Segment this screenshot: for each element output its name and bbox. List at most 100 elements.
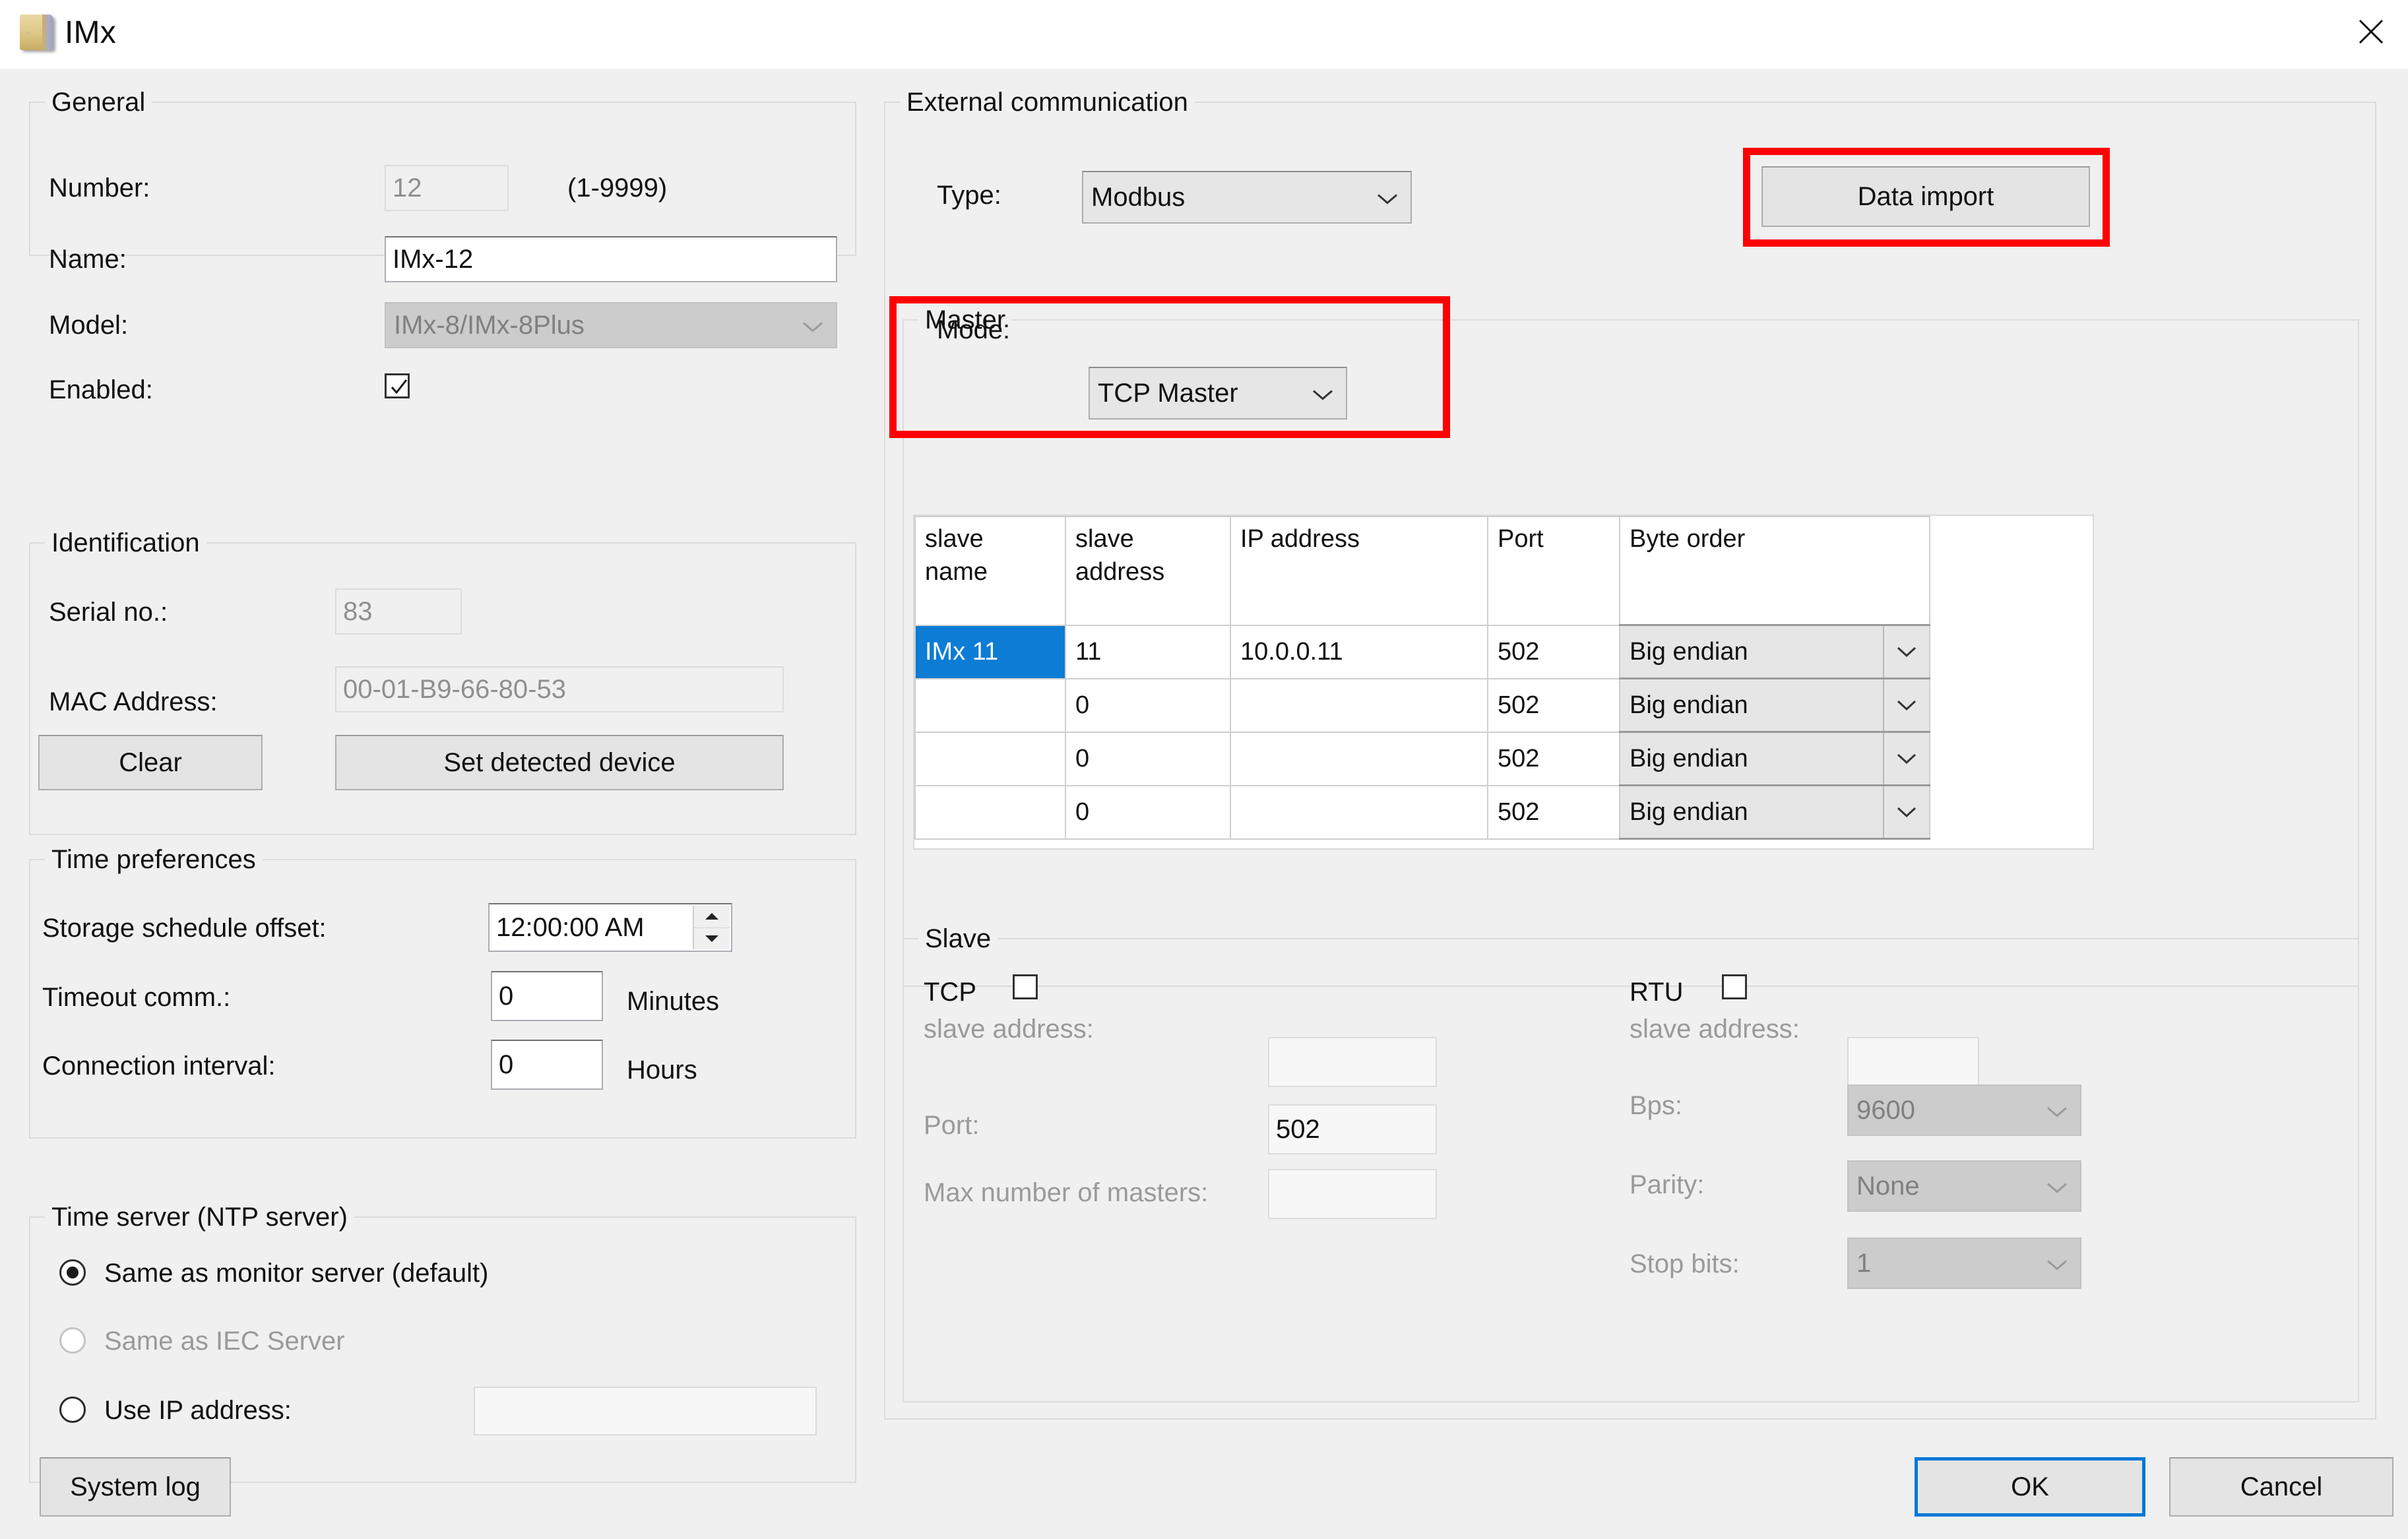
number-range-hint: (1-9999) xyxy=(567,173,668,203)
column-header-ip-address[interactable]: IP address xyxy=(1230,516,1488,626)
serial-field[interactable]: 83 xyxy=(335,588,462,635)
system-log-button[interactable]: System log xyxy=(40,1457,231,1517)
rtu-bps-value: 9600 xyxy=(1856,1095,1915,1125)
tcp-max-masters-input[interactable] xyxy=(1268,1169,1437,1219)
chevron-down-icon xyxy=(2046,1096,2068,1125)
table-row[interactable]: 0 502 Big endian xyxy=(914,677,1930,733)
rtu-slave-address-label: slave address: xyxy=(1630,1015,1800,1044)
chevron-down-icon[interactable] xyxy=(1883,626,1929,677)
cell-slave-address[interactable]: 11 xyxy=(1065,624,1231,679)
radio-same-as-monitor-server[interactable] xyxy=(59,1259,86,1286)
type-select[interactable]: Modbus xyxy=(1082,171,1412,224)
mode-select[interactable]: TCP Master xyxy=(1089,367,1347,420)
close-icon[interactable] xyxy=(2334,0,2408,63)
time-server-group-title: Time server (NTP server) xyxy=(45,1201,354,1234)
cell-port[interactable]: 502 xyxy=(1487,624,1620,679)
tcp-slave-address-input[interactable] xyxy=(1268,1037,1437,1087)
table-row[interactable]: 0 502 Big endian xyxy=(914,731,1930,786)
cell-byte-order-select[interactable]: Big endian xyxy=(1619,624,1930,679)
chevron-down-icon[interactable] xyxy=(1883,679,1929,731)
ntp-ip-address-input[interactable] xyxy=(474,1387,817,1435)
cell-slave-address[interactable]: 0 xyxy=(1065,784,1231,840)
spinner-down-icon[interactable] xyxy=(694,928,730,950)
byte-order-value: Big endian xyxy=(1630,744,1748,772)
set-detected-device-button[interactable]: Set detected device xyxy=(335,735,784,790)
cell-slave-address[interactable]: 0 xyxy=(1065,677,1231,733)
connection-interval-input[interactable]: 0 xyxy=(491,1040,603,1090)
connection-interval-unit: Hours xyxy=(627,1055,697,1084)
folder-icon xyxy=(18,15,57,51)
ok-button[interactable]: OK xyxy=(1915,1457,2145,1517)
model-select-value: IMx-8/IMx-8Plus xyxy=(394,310,585,340)
cell-ip-address[interactable] xyxy=(1230,784,1488,840)
cell-port[interactable]: 502 xyxy=(1487,677,1620,733)
tcp-checkbox[interactable] xyxy=(1013,974,1038,999)
timeout-comm-input[interactable]: 0 xyxy=(491,971,603,1021)
radio-same-as-iec-server[interactable] xyxy=(59,1327,86,1354)
column-header-port[interactable]: Port xyxy=(1487,516,1620,626)
rtu-bps-select[interactable]: 9600 xyxy=(1847,1084,2081,1136)
rtu-stopbits-select[interactable]: 1 xyxy=(1847,1238,2081,1289)
cell-byte-order-select[interactable]: Big endian xyxy=(1619,731,1930,786)
mac-field[interactable]: 00-01-B9-66-80-53 xyxy=(335,666,784,712)
rtu-bps-label: Bps: xyxy=(1630,1091,1683,1120)
cell-slave-name[interactable]: IMx 11 xyxy=(914,624,1066,679)
rtu-stopbits-value: 1 xyxy=(1856,1248,1872,1278)
window-title: IMx xyxy=(65,15,116,50)
radio-label-same-as-iec-server: Same as IEC Server xyxy=(104,1327,345,1356)
identification-group-title: Identification xyxy=(45,526,206,559)
rtu-slave-address-input[interactable] xyxy=(1847,1037,1979,1087)
slave-table: slave name slave address IP address Port… xyxy=(914,516,1930,840)
cancel-button[interactable]: Cancel xyxy=(2169,1457,2393,1517)
rtu-checkbox[interactable] xyxy=(1722,974,1747,999)
external-communication-group-title: External communication xyxy=(900,86,1195,119)
cell-slave-address[interactable]: 0 xyxy=(1065,731,1231,786)
storage-offset-spinner[interactable]: 12:00:00 AM xyxy=(488,903,732,952)
column-header-slave-name[interactable]: slave name xyxy=(914,516,1066,626)
tcp-label: TCP xyxy=(924,978,976,1007)
cell-slave-name[interactable] xyxy=(914,731,1066,786)
general-group-title: General xyxy=(45,86,152,119)
cell-ip-address[interactable] xyxy=(1230,677,1488,733)
spinner-up-icon[interactable] xyxy=(694,906,730,928)
column-header-slave-address[interactable]: slave address xyxy=(1065,516,1231,626)
number-field[interactable]: 12 xyxy=(385,165,509,211)
cell-byte-order-select[interactable]: Big endian xyxy=(1619,677,1930,733)
tcp-port-input[interactable]: 502 xyxy=(1268,1104,1437,1154)
radio-use-ip-address[interactable] xyxy=(59,1397,86,1423)
number-label: Number: xyxy=(49,173,150,203)
model-select[interactable]: IMx-8/IMx-8Plus xyxy=(385,302,837,348)
cell-slave-name[interactable] xyxy=(914,784,1066,840)
title-bar: IMx xyxy=(0,0,2408,69)
rtu-label: RTU xyxy=(1630,978,1684,1007)
name-input[interactable]: IMx-12 xyxy=(385,236,837,282)
cell-slave-name[interactable] xyxy=(914,677,1066,733)
rtu-parity-select[interactable]: None xyxy=(1847,1160,2081,1212)
table-row[interactable]: IMx 11 11 10.0.0.11 502 Big endian xyxy=(914,624,1930,679)
data-import-button[interactable]: Data import xyxy=(1761,166,2090,227)
enabled-checkbox[interactable] xyxy=(385,373,410,398)
chevron-down-icon[interactable] xyxy=(1883,786,1929,838)
type-label: Type: xyxy=(937,181,1001,210)
cell-port[interactable]: 502 xyxy=(1487,784,1620,840)
table-header-row: slave name slave address IP address Port… xyxy=(914,516,1930,626)
chevron-down-icon[interactable] xyxy=(1883,733,1929,784)
tcp-slave-address-label: slave address: xyxy=(924,1015,1094,1044)
clear-button[interactable]: Clear xyxy=(38,735,263,790)
serial-label: Serial no.: xyxy=(49,598,168,627)
timeout-comm-unit: Minutes xyxy=(627,987,720,1016)
enabled-label: Enabled: xyxy=(49,375,153,404)
cell-ip-address[interactable]: 10.0.0.11 xyxy=(1230,624,1488,679)
spinner-buttons[interactable] xyxy=(693,906,730,949)
radio-label-same-as-monitor-server: Same as monitor server (default) xyxy=(104,1259,489,1288)
table-row[interactable]: 0 502 Big endian xyxy=(914,784,1930,840)
column-header-byte-order[interactable]: Byte order xyxy=(1619,516,1930,626)
cell-ip-address[interactable] xyxy=(1230,731,1488,786)
slave-listview[interactable]: slave name slave address IP address Port… xyxy=(913,515,2094,850)
byte-order-value: Big endian xyxy=(1630,637,1748,666)
chevron-down-icon xyxy=(1376,183,1399,212)
chevron-down-icon xyxy=(802,311,824,340)
cell-port[interactable]: 502 xyxy=(1487,731,1620,786)
check-icon xyxy=(391,379,408,394)
cell-byte-order-select[interactable]: Big endian xyxy=(1619,784,1930,840)
